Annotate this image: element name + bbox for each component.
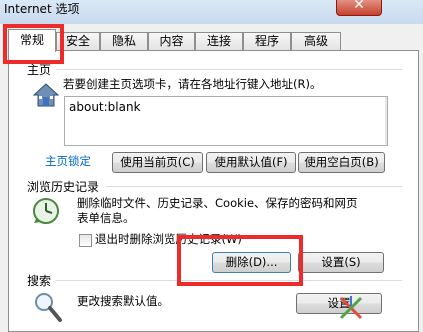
tab-programs[interactable]: 程序 bbox=[243, 32, 291, 51]
use-blank-page-button[interactable]: 使用空白页(B) bbox=[298, 152, 385, 173]
highlight-box-delete-button bbox=[177, 235, 303, 286]
home-instruction: 若要创建主页选项卡，请在各地址行键入地址(R)。 bbox=[63, 77, 322, 91]
title-bar: Internet 选项 ✕ bbox=[0, 0, 423, 24]
history-group-divider bbox=[106, 186, 402, 187]
window-title: Internet 选项 bbox=[4, 2, 80, 16]
tab-privacy[interactable]: 隐私 bbox=[100, 32, 148, 51]
home-group-divider bbox=[56, 69, 402, 70]
colored-x-icon bbox=[338, 295, 364, 324]
tab-connections[interactable]: 连接 bbox=[195, 32, 243, 51]
highlight-box-general-tab bbox=[3, 24, 64, 64]
search-group-label: 搜索 bbox=[27, 272, 52, 289]
use-default-button[interactable]: 使用默认值(F) bbox=[206, 152, 296, 173]
tab-content[interactable]: 内容 bbox=[148, 32, 195, 51]
tab-strip: 常规 安全 隐私 内容 连接 程序 高级 bbox=[8, 29, 418, 52]
tab-advanced[interactable]: 高级 bbox=[291, 32, 341, 51]
search-description: 更改搜索默认值。 bbox=[77, 294, 169, 308]
history-description-line1: 删除临时文件、历史记录、Cookie、保存的密码和网页 bbox=[77, 196, 358, 210]
delete-on-exit-checkbox[interactable] bbox=[79, 234, 92, 247]
close-button[interactable]: ✕ bbox=[336, 0, 382, 16]
clock-icon bbox=[31, 196, 61, 229]
close-icon: ✕ bbox=[353, 0, 365, 13]
home-icon bbox=[32, 82, 60, 111]
home-lock-link[interactable]: 主页锁定 bbox=[45, 153, 91, 169]
history-settings-button[interactable]: 设置(S) bbox=[298, 252, 384, 273]
history-group-label: 浏览历史记录 bbox=[27, 178, 100, 195]
use-current-page-button[interactable]: 使用当前页(C) bbox=[112, 152, 203, 173]
history-description-line2: 表单信息。 bbox=[77, 211, 135, 225]
home-page-scroll-edge bbox=[385, 97, 387, 145]
home-page-input[interactable]: about:blank bbox=[64, 96, 388, 146]
magnifier-icon bbox=[33, 291, 63, 326]
home-page-value: about:blank bbox=[69, 100, 141, 114]
